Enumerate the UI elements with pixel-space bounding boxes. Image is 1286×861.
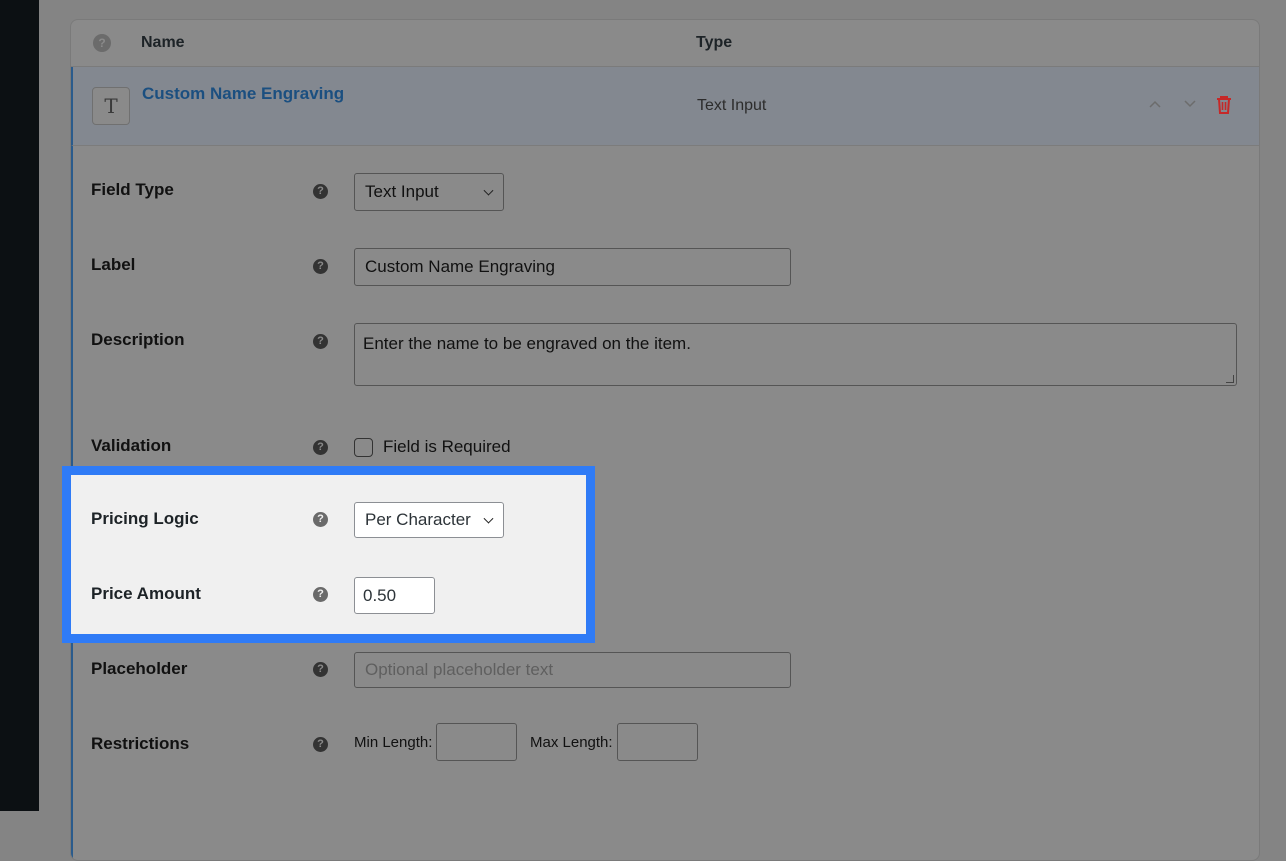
description-text: Enter the name to be engraved on the ite… [363,334,691,353]
help-icon[interactable]: ? [313,440,328,455]
help-icon[interactable]: ? [313,184,328,199]
pricing-logic-select[interactable]: Per Character [354,502,504,538]
resize-handle-icon[interactable] [1226,375,1234,383]
field-type-select[interactable]: Text Input [354,173,504,211]
help-icon[interactable]: ? [313,662,328,677]
description-label: Description [91,330,185,349]
fields-table-header: ? Name Type [71,20,1259,67]
pricing-logic-select-value: Per Character [365,510,471,529]
chevron-down-icon [483,513,494,524]
help-icon[interactable]: ? [313,259,328,274]
validation-label: Validation [91,436,172,455]
description-textarea[interactable]: Enter the name to be engraved on the ite… [354,323,1237,386]
text-field-icon: T [92,87,130,125]
placeholder-input[interactable]: Optional placeholder text [354,652,791,688]
pricing-highlight-box [62,466,595,643]
help-icon[interactable]: ? [313,587,328,602]
min-length-label: Min Length: [354,734,433,751]
help-icon[interactable]: ? [93,34,111,52]
field-required-checkbox[interactable] [354,438,373,457]
field-required-label[interactable]: Field is Required [383,437,511,457]
move-up-icon[interactable] [1148,96,1162,112]
type-column-header: Type [696,34,733,51]
price-amount-label: Price Amount [91,584,201,603]
help-icon[interactable]: ? [313,334,328,349]
min-length-input[interactable] [436,723,517,761]
field-row-custom-name-engraving[interactable]: T Custom Name Engraving Text Input [71,67,1259,146]
restrictions-label: Restrictions [91,734,190,753]
placeholder-label: Placeholder [91,659,188,678]
price-amount-input[interactable]: 0.50 [354,577,435,614]
field-type-select-value: Text Input [365,182,439,201]
field-type-label: Field Type [91,180,174,199]
field-title-link[interactable]: Custom Name Engraving [142,84,344,104]
help-icon[interactable]: ? [313,737,328,752]
move-down-icon[interactable] [1183,96,1197,112]
admin-sidebar [0,0,39,811]
field-type-text: Text Input [697,97,767,114]
help-icon[interactable]: ? [313,512,328,527]
label-label: Label [91,255,136,274]
chevron-down-icon [483,185,494,196]
pricing-logic-label: Pricing Logic [91,509,199,528]
label-input[interactable]: Custom Name Engraving [354,248,791,286]
max-length-input[interactable] [617,723,698,761]
max-length-label: Max Length: [530,734,613,751]
name-column-header: Name [141,34,185,51]
trash-icon[interactable] [1215,95,1233,115]
